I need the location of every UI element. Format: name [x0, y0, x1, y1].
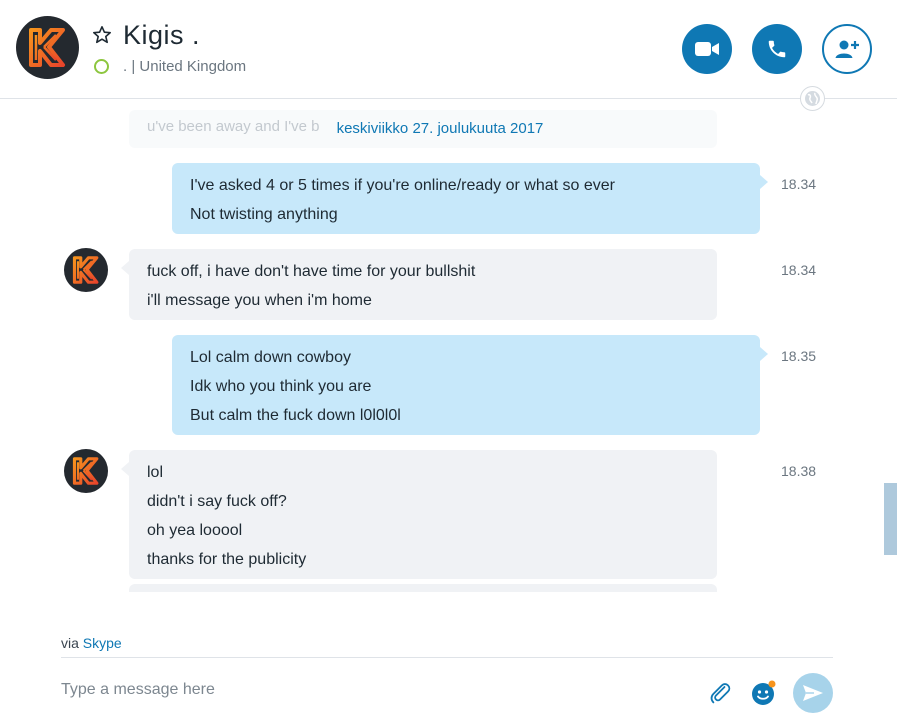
- contact-name[interactable]: Kigis .: [123, 20, 200, 51]
- conversation-header: Kigis . . | United Kingdom: [0, 0, 897, 99]
- message-timestamp: 18.38: [781, 463, 817, 479]
- message-timestamp: 18.34: [781, 262, 817, 278]
- paperclip-icon: [710, 683, 731, 704]
- message-bubble-outgoing[interactable]: I've asked 4 or 5 times if you're online…: [172, 163, 768, 234]
- video-camera-icon: [695, 42, 719, 56]
- contact-avatar[interactable]: [16, 16, 79, 79]
- message-line: Not twisting anything: [190, 206, 338, 223]
- scrollbar-thumb[interactable]: [884, 483, 897, 555]
- message-line: fuck off, i have don't have time for you…: [147, 263, 476, 280]
- favorite-star-icon[interactable]: [92, 25, 112, 45]
- composer-divider: [61, 657, 833, 658]
- via-prefix: via: [61, 635, 79, 651]
- video-call-button[interactable]: [682, 24, 732, 74]
- message-line: I've asked 4 or 5 times if you're online…: [190, 177, 615, 194]
- skype-link[interactable]: Skype: [83, 635, 122, 651]
- message-bubble-outgoing[interactable]: Lol calm down cowboy Idk who you think y…: [172, 335, 768, 435]
- message-line: didn't i say fuck off?: [147, 493, 287, 510]
- message-history[interactable]: u've been away and I've b keskiviikko 27…: [0, 100, 880, 592]
- message-timestamp: 18.34: [781, 176, 817, 192]
- add-person-icon: [835, 40, 859, 58]
- message-bubble-incoming[interactable]: fuck off, i have don't have time for you…: [121, 249, 717, 320]
- contact-status-location: . | United Kingdom: [123, 58, 247, 75]
- attach-file-button[interactable]: [706, 679, 734, 707]
- next-message-bubble: [129, 584, 717, 592]
- message-bubble-incoming[interactable]: lol didn't i say fuck off? oh yea looool…: [121, 450, 717, 579]
- add-people-button[interactable]: [822, 24, 872, 74]
- date-separator: keskiviikko 27. joulukuuta 2017: [336, 120, 544, 137]
- audio-call-button[interactable]: [752, 24, 802, 74]
- message-line: Lol calm down cowboy: [190, 349, 351, 366]
- message-input[interactable]: [61, 668, 681, 712]
- via-label: via Skype: [61, 635, 122, 651]
- sender-avatar[interactable]: [64, 248, 108, 292]
- message-line: But calm the fuck down l0l0l0l: [190, 407, 401, 424]
- message-line: oh yea looool: [147, 522, 243, 539]
- message-line: i'll message you when i'm home: [147, 292, 372, 309]
- phone-icon: [768, 40, 786, 58]
- message-line: lol: [147, 464, 164, 481]
- message-line: thanks for the publicity: [147, 551, 307, 568]
- message-line: Idk who you think you are: [190, 378, 372, 395]
- emoji-button[interactable]: [750, 679, 778, 707]
- emoji-icon: [752, 680, 776, 705]
- send-button[interactable]: [793, 673, 833, 713]
- message-timestamp: 18.35: [781, 348, 817, 364]
- presence-indicator-icon: [94, 59, 109, 74]
- sender-avatar[interactable]: [64, 449, 108, 493]
- send-icon: [803, 685, 823, 701]
